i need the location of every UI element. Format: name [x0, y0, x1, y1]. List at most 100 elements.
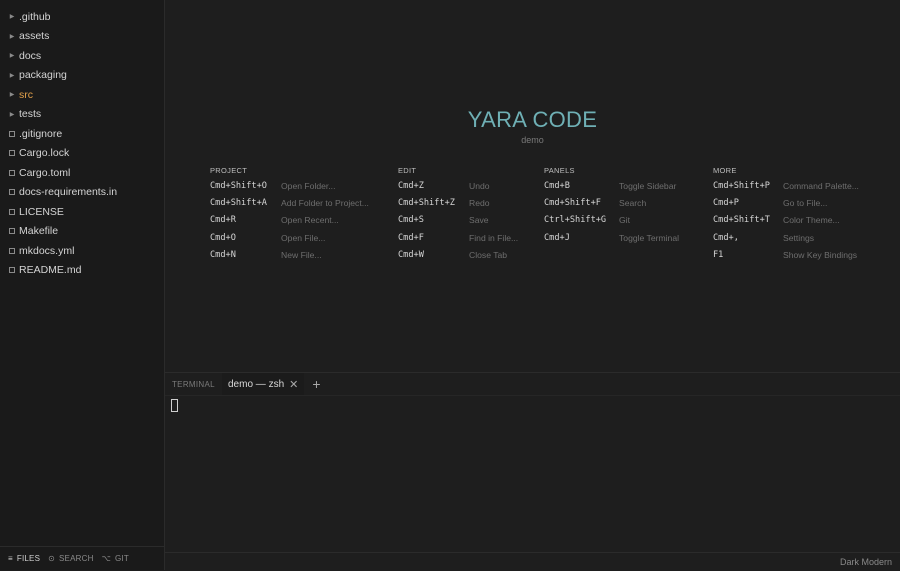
sidebar-tab-search[interactable]: ⊙ SEARCH	[48, 554, 93, 563]
sidebar-tab-label: GIT	[114, 554, 129, 563]
status-bar: Dark Modern	[165, 552, 900, 571]
tree-folder[interactable]: ▶ src	[0, 85, 164, 105]
shortcut-action[interactable]: Toggle Terminal	[619, 233, 679, 243]
shortcut-row[interactable]: Cmd+B Toggle Sidebar	[544, 177, 676, 194]
terminal-cursor[interactable]	[171, 399, 178, 412]
shortcut-key: Cmd+Shift+A	[210, 198, 267, 209]
shortcut-row[interactable]: Cmd+Shift+F Search	[544, 194, 646, 211]
shortcut-action[interactable]: Save	[469, 215, 489, 225]
shortcut-action[interactable]: Open Folder...	[281, 181, 335, 191]
shortcut-group-heading: PROJECT	[210, 166, 248, 175]
tree-file[interactable]: docs-requirements.in	[0, 183, 164, 203]
shortcut-row[interactable]: Cmd+Shift+P Command Palette...	[713, 177, 859, 194]
sidebar-tab-git[interactable]: ⌥ GIT	[102, 554, 129, 563]
tree-item-label: packaging	[19, 69, 67, 82]
shortcut-row[interactable]: F1 Show Key Bindings	[713, 247, 857, 264]
shortcut-action[interactable]: Command Palette...	[783, 181, 859, 191]
shortcut-action[interactable]: Open Recent...	[281, 215, 339, 225]
shortcut-row[interactable]: Cmd+F Find in File...	[398, 229, 518, 246]
shortcut-row[interactable]: Cmd+Shift+O Open Folder...	[210, 177, 335, 194]
shortcut-row[interactable]: Cmd+Z Undo	[398, 177, 490, 194]
file-tree: ▶ .github ▶ assets ▶ docs ▶ packaging ▶ src ▶ tests…	[0, 7, 164, 280]
welcome-page: YARA CODE demo PROJECT Cmd+Shift+O Open Fo…	[165, 0, 900, 372]
shortcut-key: Cmd+Shift+P	[713, 180, 770, 191]
shortcut-action[interactable]: Go to File...	[783, 198, 827, 208]
chevron-right-icon: ▶	[9, 14, 15, 21]
tree-folder[interactable]: ▶ assets	[0, 27, 164, 47]
terminal-tab[interactable]: demo — zsh ✕	[222, 373, 305, 395]
tree-folder[interactable]: ▶ .github	[0, 7, 164, 27]
tree-item-label: docs	[19, 49, 42, 62]
shortcut-key: Cmd+F	[398, 232, 424, 243]
shortcut-action[interactable]: Find in File...	[469, 233, 518, 243]
shortcut-key: Cmd+Shift+F	[544, 198, 601, 209]
tree-folder[interactable]: ▶ packaging	[0, 66, 164, 86]
shortcut-action[interactable]: Settings	[783, 233, 814, 243]
tree-file[interactable]: README.md	[0, 261, 164, 281]
shortcut-row[interactable]: Cmd+O Open File...	[210, 229, 325, 246]
shortcut-row[interactable]: Ctrl+Shift+G Git	[544, 212, 630, 229]
sidebar-footer-tabs: ≡ FILES ⊙ SEARCH ⌥ GIT	[0, 546, 164, 570]
shortcut-key: Cmd+J	[544, 232, 570, 243]
sidebar-tab-label: SEARCH	[59, 554, 94, 563]
file-icon	[6, 130, 18, 137]
file-icon	[6, 267, 18, 274]
shortcut-row[interactable]: Cmd+S Save	[398, 212, 489, 229]
shortcut-key: Cmd+S	[398, 215, 424, 226]
sidebar-tab-files[interactable]: ≡ FILES	[8, 554, 40, 563]
shortcut-action[interactable]: Toggle Sidebar	[619, 181, 676, 191]
tree-item-label: assets	[19, 30, 50, 43]
tree-item-label: tests	[19, 108, 42, 121]
color-theme-indicator[interactable]: Dark Modern	[840, 557, 892, 567]
shortcut-row[interactable]: Cmd+Shift+T Color Theme...	[713, 212, 840, 229]
tree-item-label: LICENSE	[19, 205, 64, 218]
shortcut-row[interactable]: Cmd+N New File...	[210, 247, 322, 264]
shortcut-action[interactable]: Color Theme...	[783, 215, 840, 225]
tree-file[interactable]: Makefile	[0, 222, 164, 242]
tree-file[interactable]: LICENSE	[0, 202, 164, 222]
shortcut-group-edit: EDIT Cmd+Z Undo Cmd+Shift+Z Redo Cmd+S Save Cmd…	[398, 166, 518, 264]
tree-file[interactable]: mkdocs.yml	[0, 241, 164, 261]
tree-folder[interactable]: ▶ docs	[0, 46, 164, 66]
shortcut-row[interactable]: Cmd+J Toggle Terminal	[544, 229, 679, 246]
shortcut-row[interactable]: Cmd+R Open Recent...	[210, 212, 339, 229]
tree-file[interactable]: Cargo.lock	[0, 144, 164, 164]
shortcut-action[interactable]: Redo	[469, 198, 490, 208]
shortcut-action[interactable]: Undo	[469, 181, 490, 191]
chevron-right-icon: ▶	[9, 72, 15, 79]
close-icon[interactable]: ✕	[289, 378, 298, 391]
shortcut-row[interactable]: Cmd+Shift+A Add Folder to Project...	[210, 194, 369, 211]
add-terminal-button[interactable]: +	[312, 377, 320, 391]
shortcut-key: Cmd+B	[544, 180, 570, 191]
shortcut-key: Cmd+Shift+O	[210, 180, 267, 191]
file-icon	[6, 208, 18, 215]
shortcut-row[interactable]: Cmd+, Settings	[713, 229, 814, 246]
tree-file[interactable]: .gitignore	[0, 124, 164, 144]
tree-file[interactable]: Cargo.toml	[0, 163, 164, 183]
shortcut-group-heading: PANELS	[544, 166, 575, 175]
shortcut-row[interactable]: Cmd+W Close Tab	[398, 247, 507, 264]
chevron-right-icon: ▶	[9, 33, 15, 40]
shortcut-group-heading: MORE	[713, 166, 737, 175]
terminal-panel: TERMINAL demo — zsh ✕ +	[165, 372, 900, 553]
welcome-subtitle: demo	[521, 135, 544, 145]
shortcut-action[interactable]: Open File...	[281, 233, 325, 243]
shortcut-action[interactable]: Close Tab	[469, 250, 507, 260]
tree-item-label: .github	[19, 10, 51, 23]
shortcut-action[interactable]: Add Folder to Project...	[281, 198, 369, 208]
shortcut-action[interactable]: Search	[619, 198, 646, 208]
shortcut-row[interactable]: Cmd+P Go to File...	[713, 194, 827, 211]
file-icon	[6, 189, 18, 196]
shortcut-action[interactable]: Show Key Bindings	[783, 250, 857, 260]
shortcut-key: Cmd+W	[398, 250, 424, 261]
shortcut-key: Cmd+Shift+Z	[398, 198, 455, 209]
shortcut-action[interactable]: New File...	[281, 250, 322, 260]
shortcut-key: Cmd+Shift+T	[713, 215, 770, 226]
shortcut-group-heading: EDIT	[398, 166, 417, 175]
search-icon: ⊙	[48, 554, 56, 563]
shortcut-action[interactable]: Git	[619, 215, 630, 225]
shortcut-row[interactable]: Cmd+Shift+Z Redo	[398, 194, 490, 211]
shortcut-key: Cmd+Z	[398, 180, 424, 191]
tree-item-label: Cargo.lock	[19, 147, 70, 160]
tree-folder[interactable]: ▶ tests	[0, 105, 164, 125]
